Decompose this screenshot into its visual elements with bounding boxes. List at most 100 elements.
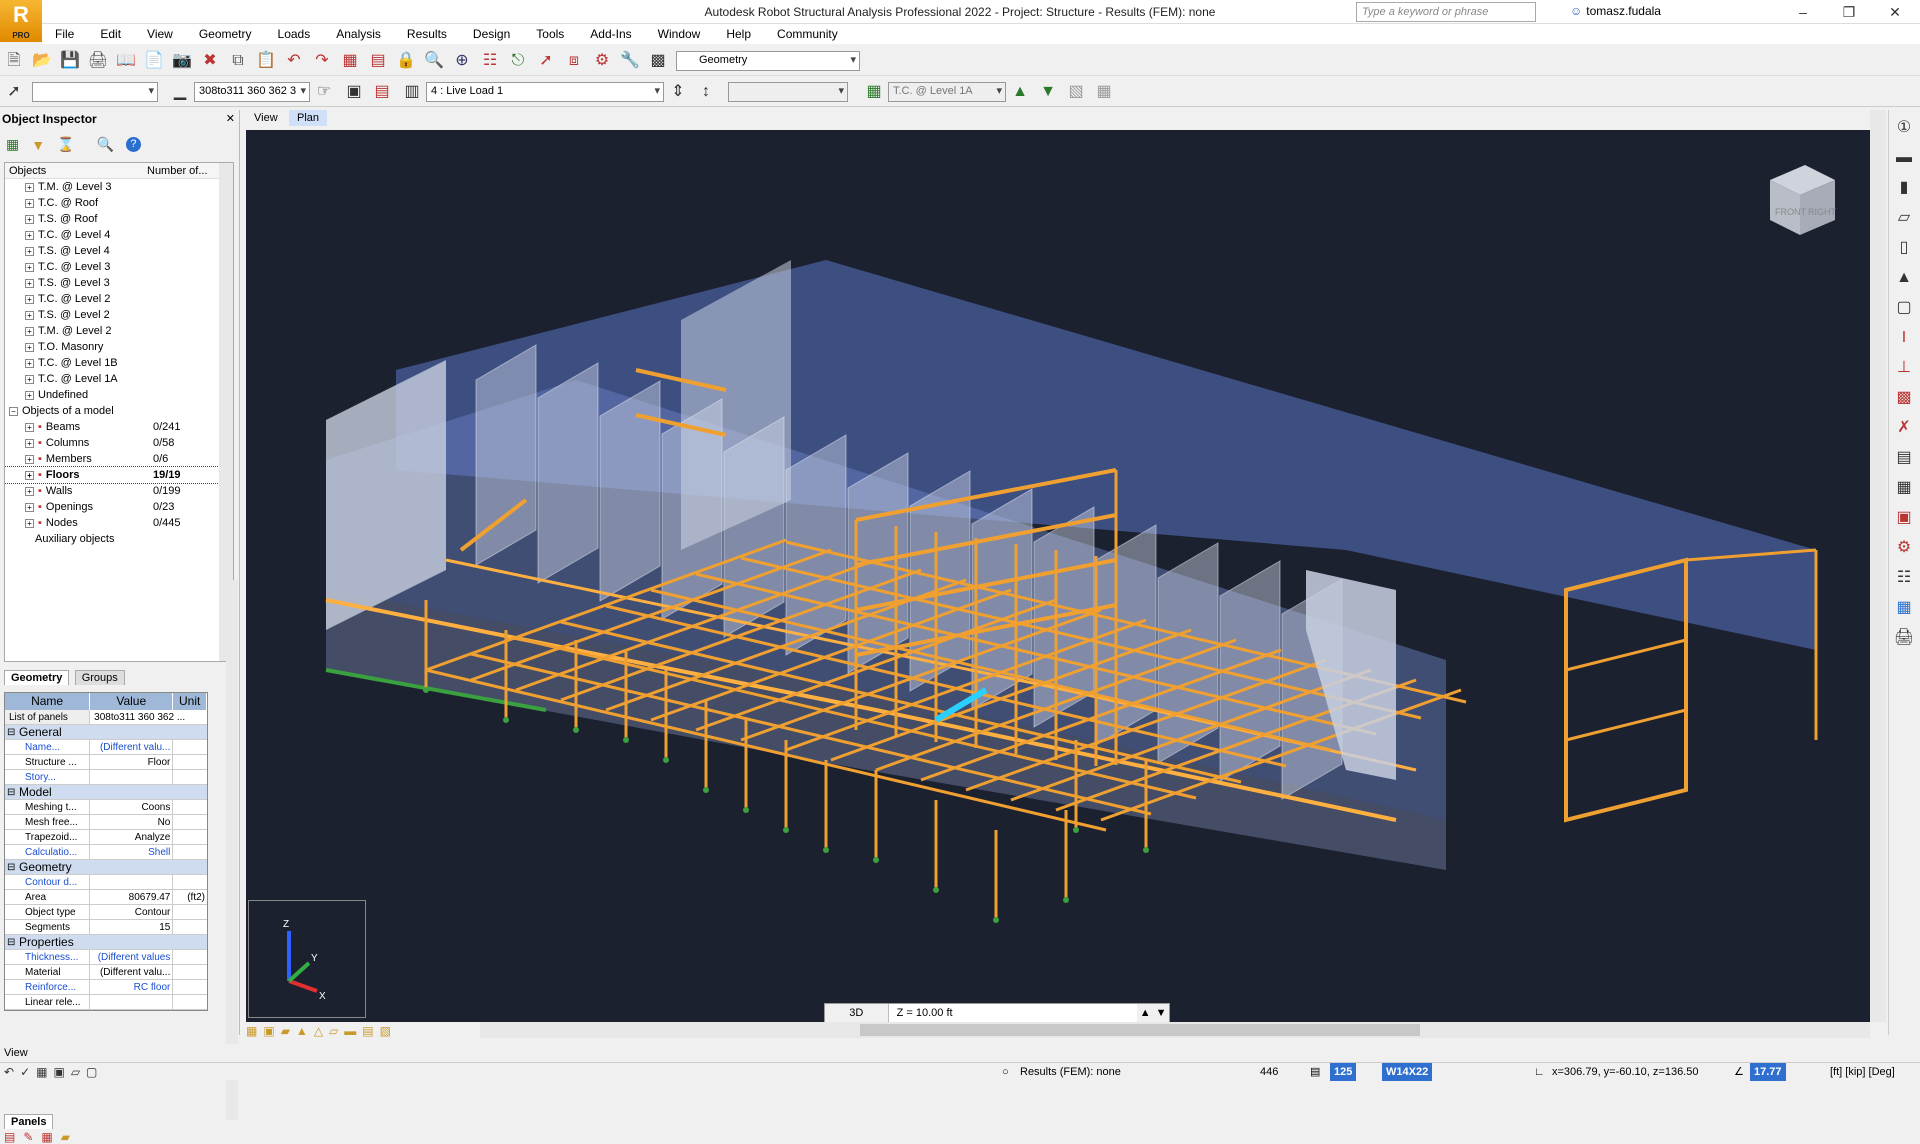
tree-item[interactable]: + T.M. @ Level 3 (5, 179, 233, 195)
new-icon[interactable]: 🗎 (2, 49, 26, 73)
list-of-panels-row[interactable]: List of panels 308to311 360 362 ... (5, 710, 207, 725)
tree-item[interactable]: + Undefined (5, 387, 233, 403)
expand-icon[interactable]: + (25, 342, 34, 352)
report-icon[interactable]: 📄 (142, 49, 166, 73)
close-icon[interactable]: ✕ (226, 112, 235, 125)
properties-scrollbar[interactable] (226, 580, 238, 1120)
combination-icon[interactable]: ▦ (1892, 476, 1916, 500)
tree-item[interactable]: + T.S. @ Level 3 (5, 275, 233, 291)
zoom-icon[interactable]: ⊕ (450, 49, 474, 73)
tree-item[interactable]: + T.S. @ Level 4 (5, 243, 233, 259)
tree-item[interactable]: + T.C. @ Level 2 (5, 291, 233, 307)
opening-icon[interactable]: ▢ (1892, 296, 1916, 320)
print-right-icon[interactable]: 🖨 (1892, 626, 1916, 650)
collapse-icon[interactable]: ⊟ (7, 725, 15, 740)
wrench-icon[interactable]: 🔧 (618, 49, 642, 73)
story-down-icon[interactable]: ▼ (1036, 80, 1060, 104)
help-icon[interactable]: ? (125, 137, 141, 152)
model-item-floors[interactable]: + ▪ Floors 19/19 (5, 466, 233, 484)
filter-icon[interactable]: ▼ (31, 137, 45, 153)
property-value[interactable]: (Different valu... (90, 740, 174, 754)
view-tool-7-icon[interactable]: ▬ (344, 1024, 356, 1038)
story-combo[interactable]: T.C. @ Level 1A (888, 81, 1006, 102)
expand-icon[interactable]: + (25, 470, 34, 480)
property-value[interactable]: 15 (90, 920, 174, 934)
tab-view[interactable]: View (246, 110, 286, 126)
section-icon[interactable]: ▲ (1892, 266, 1916, 290)
bar-icon[interactable]: ➚ (534, 49, 558, 73)
calc-icon[interactable]: ⚙ (590, 49, 614, 73)
search-input[interactable]: Type a keyword or phrase (1356, 2, 1536, 22)
property-value[interactable]: Contour (90, 905, 174, 919)
expand-icon[interactable]: + (25, 438, 34, 448)
property-value[interactable]: Floor (90, 755, 174, 769)
save-icon[interactable]: 💾 (58, 49, 82, 73)
release-icon[interactable]: ✗ (1892, 416, 1916, 440)
property-value[interactable]: (Different valu... (90, 965, 174, 979)
status-view-icon[interactable]: ▢ (86, 1063, 97, 1081)
panel-edit-icon[interactable]: ✎ (23, 1130, 33, 1144)
expand-icon[interactable]: + (25, 358, 34, 368)
select-icon[interactable]: ➚ (2, 80, 26, 104)
menu-help[interactable]: Help (713, 24, 764, 44)
view-tool-3-icon[interactable]: ▰ (281, 1024, 290, 1038)
expand-icon[interactable]: + (25, 518, 34, 528)
tree-group-model[interactable]: − Objects of a model (5, 403, 233, 419)
expand-icon[interactable]: + (25, 246, 34, 256)
view-tool-2-icon[interactable]: ▣ (263, 1024, 274, 1038)
level-down-icon[interactable]: ▼ (1153, 1004, 1169, 1022)
model-item-nodes[interactable]: + ▪ Nodes 0/445 (5, 515, 233, 531)
structure-model[interactable] (246, 130, 1870, 1022)
load-definition-icon[interactable]: ⇕ (666, 80, 690, 104)
undo-icon[interactable]: ↶ (282, 49, 306, 73)
expand-icon[interactable]: + (25, 390, 34, 400)
expand-icon[interactable]: + (25, 230, 34, 240)
property-group[interactable]: ⊟ Model (5, 785, 207, 800)
tree-item[interactable]: + T.S. @ Roof (5, 211, 233, 227)
expand-icon[interactable]: + (25, 278, 34, 288)
property-row[interactable]: Object type Contour (5, 905, 207, 920)
property-row[interactable]: Story... (5, 770, 207, 785)
collapse-icon[interactable]: ⊟ (7, 860, 15, 875)
panel-icon[interactable]: ▱ (1892, 206, 1916, 230)
story-table-icon[interactable]: ▤ (370, 80, 394, 104)
tab-groups[interactable]: Groups (74, 670, 125, 685)
collapse-icon[interactable]: − (9, 406, 18, 416)
expand-icon[interactable]: + (25, 422, 34, 432)
support-icon[interactable]: ⊥ (1892, 356, 1916, 380)
property-group[interactable]: ⊟ General (5, 725, 207, 740)
units[interactable]: [ft] [kip] [Deg] (1830, 1063, 1895, 1081)
tree-item[interactable]: + T.S. @ Level 2 (5, 307, 233, 323)
menu-tools[interactable]: Tools (523, 24, 577, 44)
print-icon[interactable]: 🖨 (86, 49, 110, 73)
menu-addins[interactable]: Add-Ins (577, 24, 644, 44)
preview-icon[interactable]: 📖 (114, 49, 138, 73)
view-tool-5-icon[interactable]: △ (314, 1024, 323, 1038)
expand-icon[interactable]: + (25, 486, 34, 496)
selection-help-icon[interactable]: ☞ (312, 80, 336, 104)
menu-analysis[interactable]: Analysis (323, 24, 394, 44)
delete-icon[interactable]: ✖ (198, 49, 222, 73)
structure-view-icon[interactable]: ☷ (478, 49, 502, 73)
property-row[interactable]: Reinforce... RC floor (5, 980, 207, 995)
property-row[interactable]: Name... (Different valu... (5, 740, 207, 755)
menu-file[interactable]: File (42, 24, 87, 44)
menu-community[interactable]: Community (764, 24, 851, 44)
property-row[interactable]: Area 80679.47 (ft2) (5, 890, 207, 905)
load-display-icon[interactable]: ↕ (694, 80, 718, 104)
model-item-beams[interactable]: + ▪ Beams 0/241 (5, 419, 233, 435)
collapse-icon[interactable]: ⊟ (7, 785, 15, 800)
tree-item[interactable]: + T.C. @ Level 3 (5, 259, 233, 275)
property-value[interactable] (90, 875, 174, 889)
expand-icon[interactable]: + (25, 214, 34, 224)
menu-edit[interactable]: Edit (87, 24, 134, 44)
panel-table-icon[interactable]: ▦ (41, 1130, 52, 1144)
menu-loads[interactable]: Loads (265, 24, 324, 44)
layout-icon[interactable]: ▩ (646, 49, 670, 73)
tree-item-auxiliary[interactable]: Auxiliary objects (5, 531, 233, 547)
panel-shape-icon[interactable]: ▰ (61, 1130, 70, 1144)
property-row[interactable]: Linear rele... (5, 995, 207, 1010)
clear-filter-icon[interactable]: ⌛ (57, 136, 74, 153)
find-icon[interactable]: 🔍 (97, 136, 114, 153)
property-row[interactable]: Calculatio... Shell (5, 845, 207, 860)
